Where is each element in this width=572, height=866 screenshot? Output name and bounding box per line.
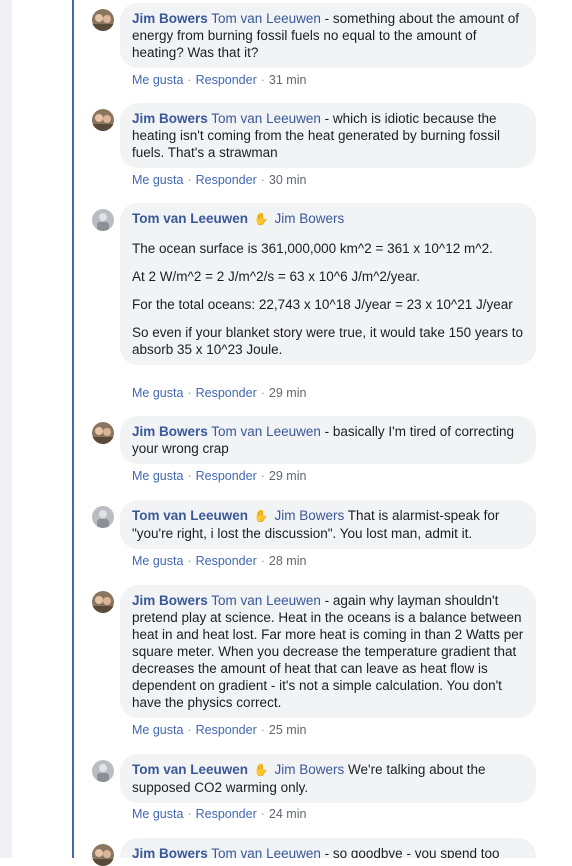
comment-time[interactable]: 30 min bbox=[269, 173, 307, 187]
comment-bubble: Tom van Leeuwen ✋ Jim Bowers That is ala… bbox=[120, 500, 536, 549]
comment-author[interactable]: Tom van Leeuwen bbox=[132, 508, 248, 523]
comment-mention[interactable]: Jim Bowers bbox=[275, 211, 345, 226]
comment-author[interactable]: Jim Bowers bbox=[132, 424, 208, 439]
avatar[interactable] bbox=[92, 209, 114, 231]
comment-actions: Me gusta · Responder · 25 min bbox=[132, 723, 307, 737]
like-link[interactable]: Me gusta bbox=[132, 723, 183, 737]
avatar[interactable] bbox=[92, 422, 114, 444]
wave-icon: ✋ bbox=[253, 763, 269, 777]
comment-mention[interactable]: Jim Bowers bbox=[275, 762, 345, 777]
comment-thread: Jim Bowers Tom van Leeuwen - something a… bbox=[12, 0, 572, 866]
comment-actions: Me gusta · Responder · 31 min bbox=[132, 73, 307, 87]
comment-actions: Me gusta · Responder · 24 min bbox=[132, 807, 307, 821]
comment-actions: Me gusta · Responder · 29 min bbox=[132, 386, 307, 400]
comment-author[interactable]: Jim Bowers bbox=[132, 11, 208, 26]
comment-text: So even if your blanket story were true,… bbox=[132, 325, 523, 357]
comment-bubble: Jim Bowers Tom van Leeuwen - so goodbye … bbox=[120, 838, 536, 858]
comment-author[interactable]: Tom van Leeuwen bbox=[132, 762, 248, 777]
comment-author[interactable]: Jim Bowers bbox=[132, 593, 208, 608]
comment-time[interactable]: 25 min bbox=[269, 723, 307, 737]
like-link[interactable]: Me gusta bbox=[132, 173, 183, 187]
comment-mention[interactable]: Tom van Leeuwen bbox=[211, 11, 321, 26]
comment-author[interactable]: Tom van Leeuwen bbox=[132, 211, 248, 226]
comment-author[interactable]: Jim Bowers bbox=[132, 846, 208, 858]
wave-icon: ✋ bbox=[253, 509, 269, 523]
reply-link[interactable]: Responder bbox=[196, 173, 257, 187]
comment-mention[interactable]: Tom van Leeuwen bbox=[211, 424, 321, 439]
avatar[interactable] bbox=[92, 844, 114, 866]
comment-text: - so goodbye - you spend too bbox=[324, 846, 500, 858]
comment-time[interactable]: 29 min bbox=[269, 469, 307, 483]
reply-link[interactable]: Responder bbox=[196, 554, 257, 568]
comment-actions: Me gusta · Responder · 29 min bbox=[132, 469, 307, 483]
comment-time[interactable]: 31 min bbox=[269, 73, 307, 87]
left-page-strip bbox=[0, 0, 12, 858]
comment-text: For the total oceans: 22,743 x 10^18 J/y… bbox=[132, 297, 513, 312]
comment-mention[interactable]: Tom van Leeuwen bbox=[211, 111, 321, 126]
reply-link[interactable]: Responder bbox=[196, 73, 257, 87]
like-link[interactable]: Me gusta bbox=[132, 554, 183, 568]
avatar[interactable] bbox=[92, 9, 114, 31]
like-link[interactable]: Me gusta bbox=[132, 469, 183, 483]
comment-bubble: Tom van Leeuwen ✋ Jim Bowers We're talki… bbox=[120, 754, 536, 803]
comment-text: - again why layman shouldn't pretend pla… bbox=[132, 593, 524, 710]
comment-time[interactable]: 29 min bbox=[269, 386, 307, 400]
wave-icon: ✋ bbox=[253, 212, 269, 226]
comment-bubble: Tom van Leeuwen ✋ Jim Bowers The ocean s… bbox=[120, 203, 536, 365]
comment-mention[interactable]: Tom van Leeuwen bbox=[211, 846, 321, 858]
comment-author[interactable]: Jim Bowers bbox=[132, 111, 208, 126]
comment-text: The ocean surface is 361,000,000 km^2 = … bbox=[132, 241, 493, 256]
reply-link[interactable]: Responder bbox=[196, 386, 257, 400]
thread-line bbox=[72, 0, 74, 858]
comment-actions: Me gusta · Responder · 28 min bbox=[132, 554, 307, 568]
reply-link[interactable]: Responder bbox=[196, 723, 257, 737]
like-link[interactable]: Me gusta bbox=[132, 386, 183, 400]
comment-time[interactable]: 28 min bbox=[269, 554, 307, 568]
avatar[interactable] bbox=[92, 109, 114, 131]
avatar[interactable] bbox=[92, 591, 114, 613]
comment-mention[interactable]: Tom van Leeuwen bbox=[211, 593, 321, 608]
comment-bubble: Jim Bowers Tom van Leeuwen - basically I… bbox=[120, 416, 536, 464]
comment-bubble: Jim Bowers Tom van Leeuwen - something a… bbox=[120, 3, 536, 68]
like-link[interactable]: Me gusta bbox=[132, 73, 183, 87]
comment-bubble: Jim Bowers Tom van Leeuwen - again why l… bbox=[120, 585, 536, 718]
like-link[interactable]: Me gusta bbox=[132, 807, 183, 821]
avatar[interactable] bbox=[92, 760, 114, 782]
comment-text: At 2 W/m^2 = 2 J/m^2/s = 63 x 10^6 J/m^2… bbox=[132, 269, 420, 284]
comment-bubble: Jim Bowers Tom van Leeuwen - which is id… bbox=[120, 103, 536, 168]
comment-mention[interactable]: Jim Bowers bbox=[275, 508, 345, 523]
reply-link[interactable]: Responder bbox=[196, 469, 257, 483]
comment-time[interactable]: 24 min bbox=[269, 807, 307, 821]
reply-link[interactable]: Responder bbox=[196, 807, 257, 821]
avatar[interactable] bbox=[92, 506, 114, 528]
comment-actions: Me gusta · Responder · 30 min bbox=[132, 173, 307, 187]
